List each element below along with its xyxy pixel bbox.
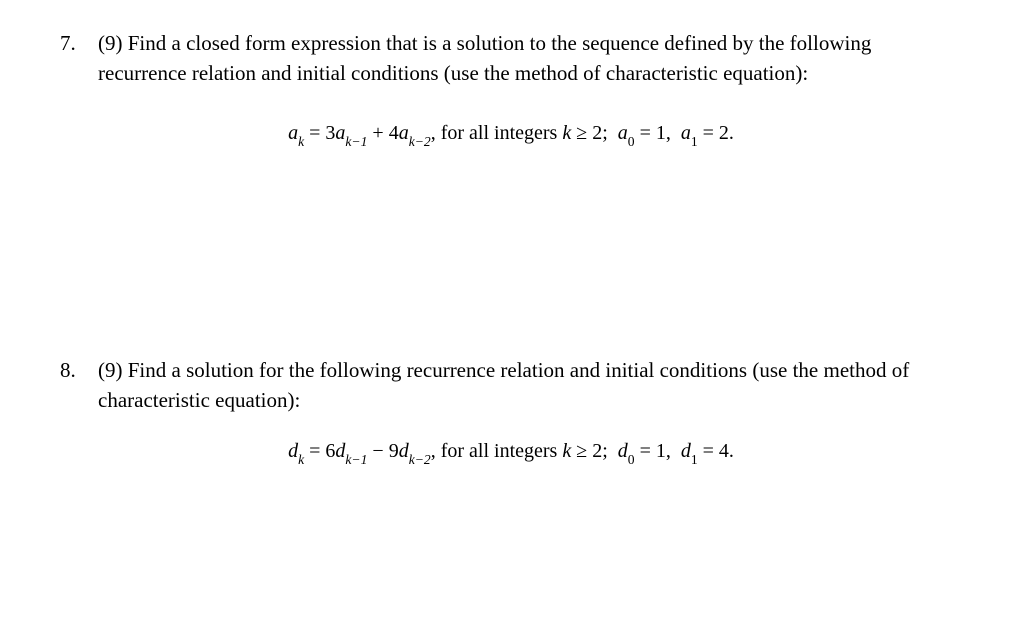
eq7-lhs-sub: k (298, 134, 304, 149)
eq8-t2-sub: k−2 (409, 452, 431, 467)
problem-number-8: 8. (60, 355, 98, 385)
problem-8: 8. (9) Find a solution for the following… (60, 355, 964, 469)
eq8-i0-sub: 0 (628, 452, 635, 467)
problem-7: 7. (9) Find a closed form expression tha… (60, 28, 964, 150)
eq7-lhs-var: a (288, 122, 298, 144)
equation-8: dk = 6dk−1 − 9dk−2, for all integers k ≥… (98, 437, 964, 468)
eq7-sign2: + (372, 122, 383, 144)
eq7-c1: 3 (325, 122, 335, 144)
eq7-i1-var: a (681, 122, 691, 144)
eq8-t1-var: d (335, 440, 345, 462)
eq8-t2-var: d (399, 440, 409, 462)
eq8-condvar: k (562, 440, 571, 462)
eq7-t2-var: a (399, 122, 409, 144)
points-8: (9) (98, 358, 123, 382)
problem-text-7: (9) Find a closed form expression that i… (98, 28, 964, 89)
eq7-mid: for all integers (436, 122, 563, 144)
eq8-c2: 9 (389, 440, 399, 462)
eq7-i0-val: 1, (656, 122, 671, 144)
eq8-sign2: − (372, 440, 383, 462)
eq8-i1-val: 4. (719, 440, 734, 462)
eq7-c2: 4 (389, 122, 399, 144)
eq8-i1-sub: 1 (691, 452, 698, 467)
eq7-equals: = (304, 122, 325, 144)
eq7-i0-sub: 0 (628, 134, 635, 149)
eq7-condvar: k (562, 122, 571, 144)
points-7: (9) (98, 31, 123, 55)
eq8-lhs-sub: k (298, 452, 304, 467)
problem-number-7: 7. (60, 28, 98, 58)
eq8-mid: for all integers (436, 440, 563, 462)
problem-body-8: (9) Find a solution for the following re… (98, 355, 964, 469)
problem-body-7: (9) Find a closed form expression that i… (98, 28, 964, 150)
eq8-i0-val: 1, (656, 440, 671, 462)
text-8: Find a solution for the following recurr… (98, 358, 909, 412)
eq7-i1-sub: 1 (691, 134, 698, 149)
eq8-condsym: ≥ (576, 440, 587, 462)
text-7: Find a closed form expression that is a … (98, 31, 871, 85)
eq7-t2-sub: k−2 (409, 134, 431, 149)
problem-text-8: (9) Find a solution for the following re… (98, 355, 964, 416)
eq7-condval: 2; (592, 122, 608, 144)
eq7-t1-sub: k−1 (345, 134, 367, 149)
eq7-t1-var: a (335, 122, 345, 144)
eq7-condsym: ≥ (576, 122, 587, 144)
equation-7: ak = 3ak−1 + 4ak−2, for all integers k ≥… (98, 119, 964, 150)
eq8-equals: = (304, 440, 325, 462)
eq8-condval: 2; (592, 440, 608, 462)
eq8-c1: 6 (325, 440, 335, 462)
eq8-t1-sub: k−1 (345, 452, 367, 467)
eq8-i1-var: d (681, 440, 691, 462)
eq7-i1-val: 2. (719, 122, 734, 144)
eq8-lhs-var: d (288, 440, 298, 462)
eq8-i0-var: d (618, 440, 628, 462)
eq7-i0-var: a (618, 122, 628, 144)
